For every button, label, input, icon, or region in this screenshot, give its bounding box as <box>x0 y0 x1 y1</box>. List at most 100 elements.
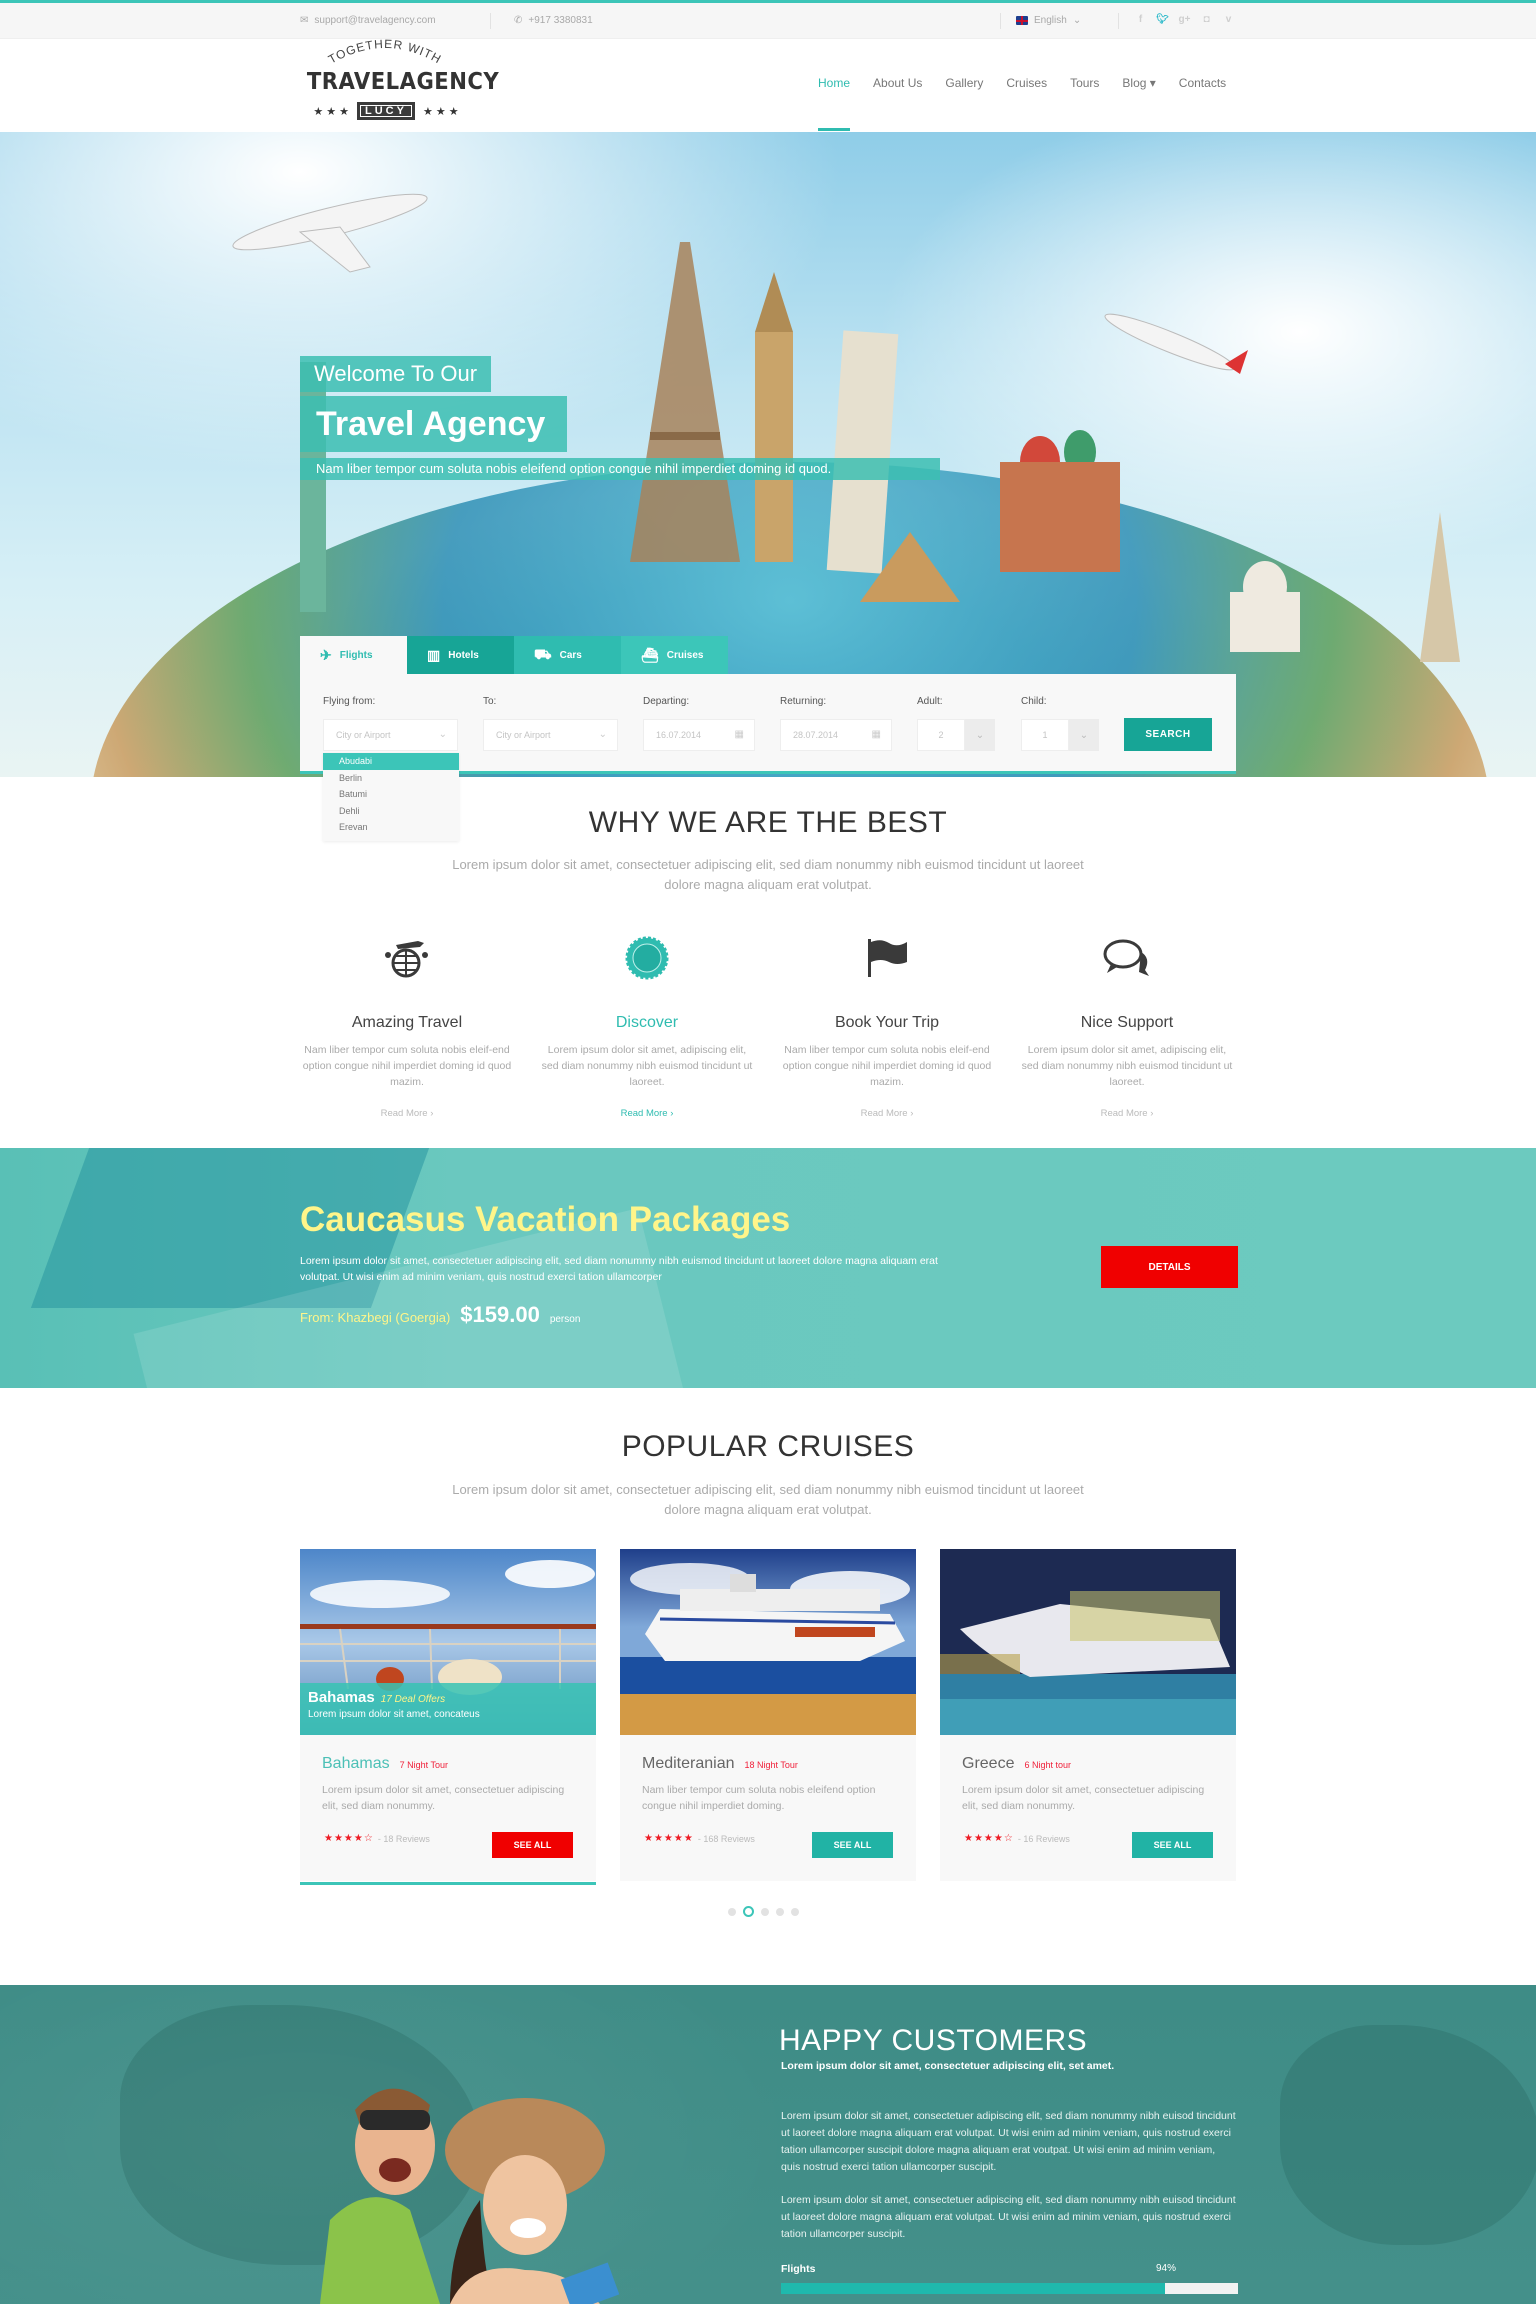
contact-phone[interactable]: ✆ +917 3380831 <box>514 15 593 26</box>
to-select[interactable]: City or Airport ⌄ <box>483 719 618 751</box>
pagination-dot[interactable] <box>728 1907 736 1916</box>
skill-progress-bar <box>781 2283 1238 2294</box>
skill-value: 94% <box>1156 2263 1177 2274</box>
feature-title: Amazing Travel <box>351 1014 463 1031</box>
dropdown-option[interactable]: Berlin <box>323 770 459 787</box>
child-field: Child: 1 ⌄ <box>1021 696 1101 751</box>
language-selector[interactable]: English ⌄ <box>1016 15 1081 26</box>
dropdown-option[interactable]: Dehli <box>323 803 459 820</box>
returning-label: Returning: <box>780 696 827 707</box>
read-more-link[interactable]: Read More › <box>538 1108 756 1119</box>
plane-icon: ✈ <box>320 646 332 663</box>
pagination-dot[interactable] <box>761 1907 769 1916</box>
hero-tagline: Nam liber tempor cum soluta nobis eleife… <box>300 458 940 480</box>
dropdown-option[interactable]: Abudabi <box>323 753 459 770</box>
cruise-name[interactable]: Bahamas <box>322 1755 390 1773</box>
twitter-icon[interactable]: 🐦︎ <box>1156 13 1169 26</box>
cruise-title: Greece 6 Night tour <box>962 1755 1071 1773</box>
dropdown-option[interactable]: Erevan <box>323 819 459 836</box>
dropdown-option[interactable]: Batumi <box>323 786 459 803</box>
read-more-link[interactable]: Read More › <box>778 1108 996 1119</box>
logo[interactable]: TOGETHER WITH TRAVELAGENCY ★ ★ ★ LUCY ★ … <box>300 36 500 128</box>
to-field: To: City or Airport ⌄ <box>483 696 618 751</box>
read-more-link[interactable]: Read More › <box>298 1108 516 1119</box>
email-text: support@travelagency.com <box>314 15 436 26</box>
hotel-icon: ▥ <box>427 646 441 663</box>
calendar-icon[interactable]: ▦ <box>735 729 744 740</box>
instagram-icon[interactable]: ◘ <box>1200 13 1213 26</box>
feature-desc: Nam liber tempor cum soluta nobis eleif-… <box>782 1044 992 1088</box>
see-all-button[interactable]: SEE ALL <box>1132 1832 1213 1858</box>
to-label: To: <box>483 696 497 707</box>
nav-blog[interactable]: Blog ▾ <box>1122 76 1155 90</box>
adult-value: 2 <box>917 719 965 751</box>
badge-icon <box>538 930 756 986</box>
skill-label: Flights <box>781 2263 816 2275</box>
nav-contacts[interactable]: Contacts <box>1179 76 1226 90</box>
logo-name: TRAVELAGENCY <box>306 69 500 95</box>
cruise-card[interactable]: Greece 6 Night tour Lorem ipsum dolor si… <box>940 1549 1236 1881</box>
cruise-image-overlay: Bahamas 17 Deal Offers Lorem ipsum dolor … <box>300 1683 596 1735</box>
happy-paragraph: Lorem ipsum dolor sit amet, consectetuer… <box>781 2194 1236 2240</box>
globe-plane-icon <box>298 930 516 986</box>
happy-title: HAPPY CUSTOMERS <box>779 2024 1088 2057</box>
departing-value: 16.07.2014 <box>656 730 702 740</box>
ship-icon: ⛴ <box>641 646 659 663</box>
review-count: - 168 Reviews <box>697 1833 755 1844</box>
nav-tours[interactable]: Tours <box>1070 76 1099 90</box>
search-button[interactable]: SEARCH <box>1124 718 1212 751</box>
returning-value: 28.07.2014 <box>793 730 839 740</box>
tab-flights[interactable]: ✈ Flights <box>300 636 407 674</box>
promo-price-row: From: Khazbegi (Goergia) $159.00 person <box>300 1302 580 1328</box>
chevron-down-icon[interactable]: ⌄ <box>965 719 995 751</box>
cruise-name[interactable]: Greece <box>962 1755 1014 1773</box>
tab-label: Hotels <box>448 649 479 661</box>
pagination-dot[interactable] <box>776 1907 784 1916</box>
phone-text: +917 3380831 <box>528 15 593 26</box>
child-select[interactable]: 1 ⌄ <box>1021 719 1101 751</box>
nav-home[interactable]: Home <box>818 76 851 131</box>
nav-cruises[interactable]: Cruises <box>1006 76 1047 90</box>
departing-date-input[interactable]: 16.07.2014 ▦ <box>643 719 755 751</box>
adult-select[interactable]: 2 ⌄ <box>917 719 997 751</box>
uk-flag-icon <box>1016 16 1028 25</box>
tab-cars[interactable]: ⛟ Cars <box>514 636 621 674</box>
phone-icon: ✆ <box>514 15 523 26</box>
tab-hotels[interactable]: ▥ Hotels <box>407 636 514 674</box>
adult-field: Adult: 2 ⌄ <box>917 696 997 751</box>
google-plus-icon[interactable]: g+ <box>1178 13 1191 26</box>
chevron-down-icon[interactable]: ⌄ <box>1069 719 1099 751</box>
returning-date-input[interactable]: 28.07.2014 ▦ <box>780 719 892 751</box>
cruise-card[interactable]: Mediteranian 18 Night Tour Nam liber tem… <box>620 1549 916 1881</box>
flying-from-select[interactable]: City or Airport ⌄ <box>323 719 458 751</box>
cruise-name[interactable]: Mediteranian <box>642 1755 735 1773</box>
cruise-title: Mediteranian 18 Night Tour <box>642 1755 798 1773</box>
header <box>0 40 1536 132</box>
overlay-text: Lorem ipsum dolor sit amet, concateus <box>308 1709 480 1720</box>
details-button[interactable]: DETAILS <box>1101 1246 1238 1288</box>
contact-email[interactable]: ✉ support@travelagency.com <box>300 15 436 26</box>
promo-title: Caucasus Vacation Packages <box>300 1200 791 1239</box>
pagination-dot[interactable] <box>791 1907 799 1916</box>
star-icons: ★★★★☆ <box>324 1833 374 1844</box>
cruises-subtitle: Lorem ipsum dolor sit amet, consectetuer… <box>452 1482 1084 1517</box>
calendar-icon[interactable]: ▦ <box>872 729 881 740</box>
see-all-button[interactable]: SEE ALL <box>812 1832 893 1858</box>
rating: ★★★★★ - 168 Reviews <box>644 1833 755 1844</box>
tab-cruises[interactable]: ⛴ Cruises <box>621 636 728 674</box>
tab-label: Cars <box>559 649 582 661</box>
cruise-image-greece <box>940 1549 1236 1735</box>
cruise-duration: 7 Night Tour <box>399 1760 448 1770</box>
nav-about-us[interactable]: About Us <box>873 76 922 90</box>
vimeo-icon[interactable]: v <box>1222 13 1235 26</box>
facebook-icon[interactable]: f <box>1134 13 1147 26</box>
see-all-button[interactable]: SEE ALL <box>492 1832 573 1858</box>
overlay-deals: 17 Deal Offers <box>380 1694 446 1705</box>
pagination-dot-active[interactable] <box>743 1906 754 1917</box>
feature-title: Book Your Trip <box>834 1014 940 1031</box>
divider <box>1118 13 1119 29</box>
logo-tagline-arc: TOGETHER WITH <box>326 37 443 67</box>
read-more-link[interactable]: Read More › <box>1018 1108 1236 1119</box>
cruise-card[interactable]: Bahamas 17 Deal Offers Lorem ipsum dolor … <box>300 1549 596 1885</box>
nav-gallery[interactable]: Gallery <box>945 76 983 90</box>
